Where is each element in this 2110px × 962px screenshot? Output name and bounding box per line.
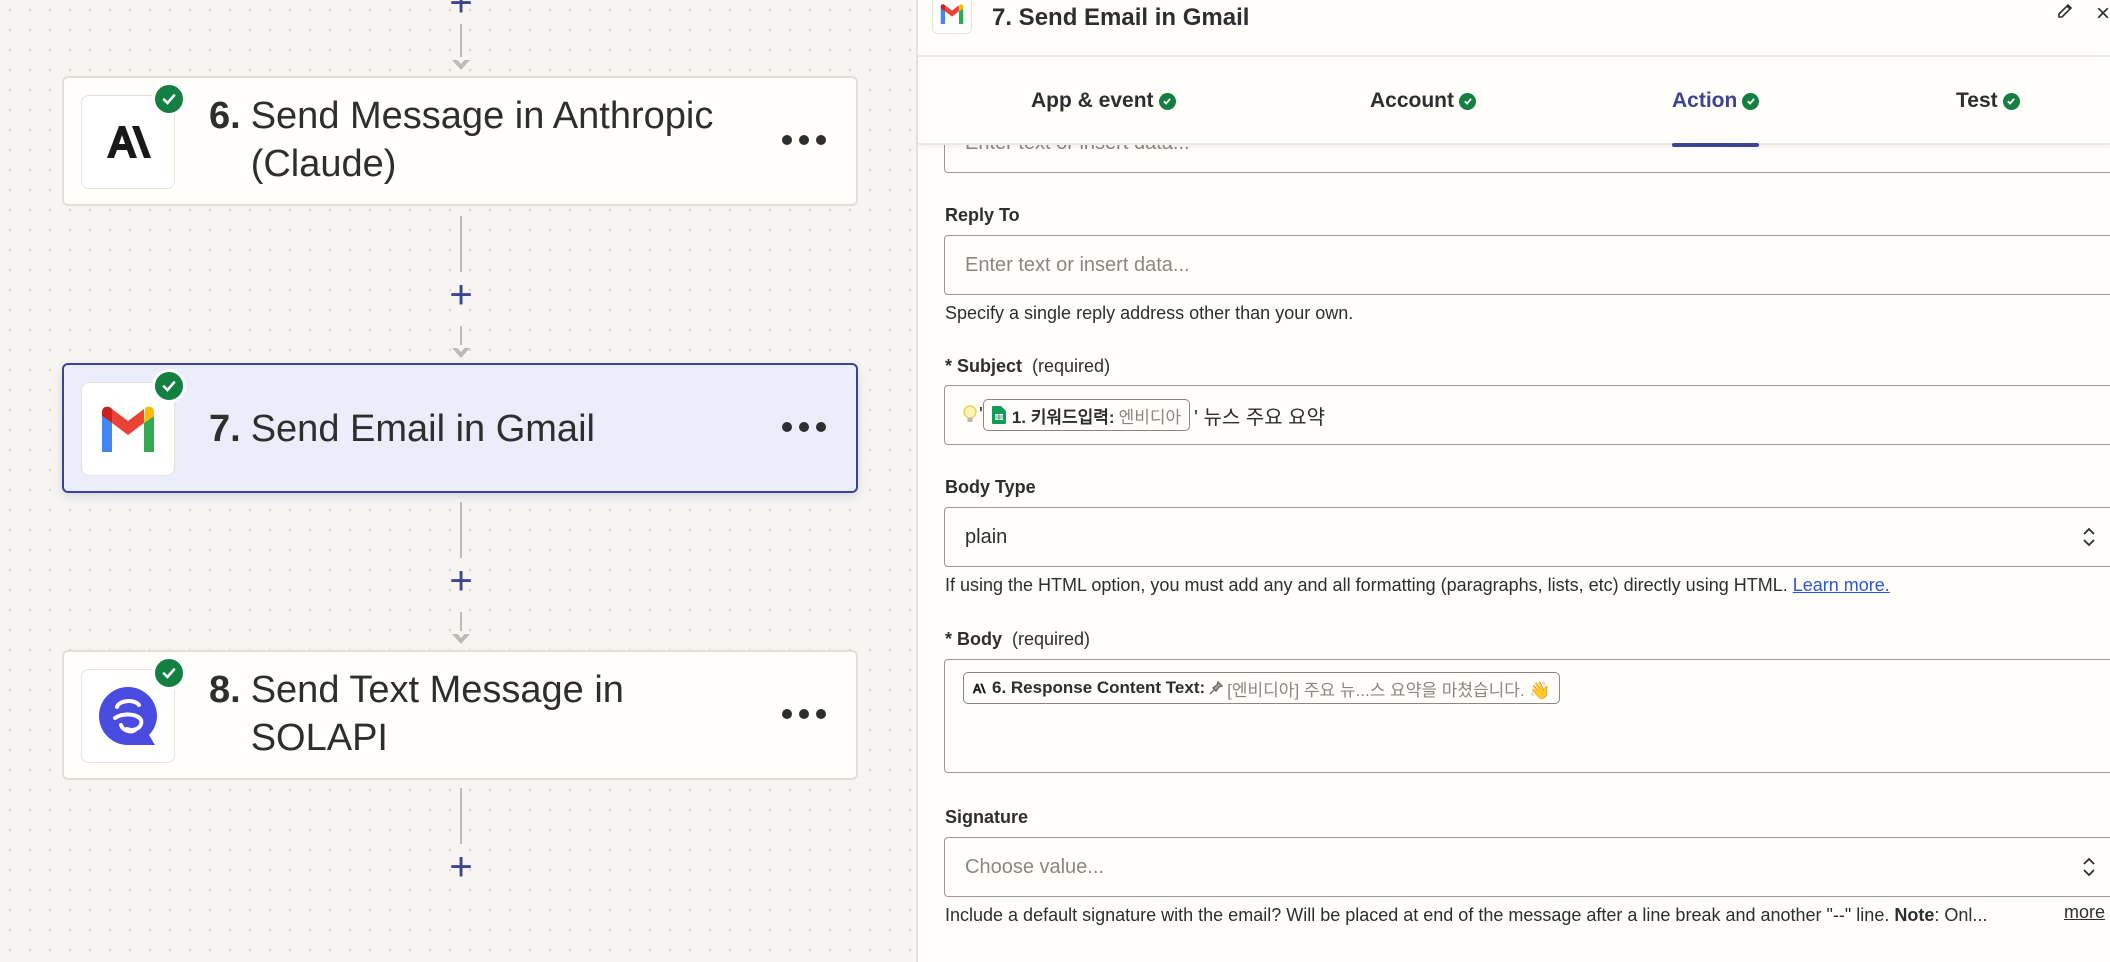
workflow-canvas[interactable]: + 6. Send Message in Anthropic (Claude) + — [0, 0, 916, 962]
chevron-updown-icon — [2083, 527, 2095, 547]
signature-placeholder: Choose value... — [965, 855, 1104, 878]
previous-field-placeholder: Enter text or insert data... — [965, 145, 1190, 155]
subject-suffix: ' 뉴스 주요 요약 — [1194, 406, 1326, 429]
signature-help: Include a default signature with the ema… — [945, 905, 1987, 926]
body-label: * Body (required) — [945, 629, 1090, 650]
more-options-icon[interactable] — [782, 415, 826, 439]
step-title-line: Send Message in Anthropic — [250, 95, 714, 137]
body-data-pill[interactable]: 6. Response Content Text: [엔비디아] 주요 뉴...… — [963, 672, 1560, 704]
more-link[interactable]: more — [2064, 902, 2105, 923]
reply-to-label: Reply To — [945, 205, 1020, 225]
connector-arrow — [452, 631, 470, 644]
step-card-7[interactable]: 7. Send Email in Gmail — [62, 363, 858, 493]
pin-icon — [1209, 681, 1224, 695]
check-icon — [152, 369, 186, 403]
action-form: Enter text or insert data... Reply To En… — [918, 145, 2110, 962]
signature-select[interactable]: Choose value... — [944, 837, 2110, 897]
add-step-button[interactable]: + — [444, 275, 478, 315]
step-title-line: Send Text Message in — [250, 669, 624, 711]
note-label: Note — [1894, 905, 1935, 925]
pill-key: 1. 키워드입력: — [1011, 407, 1115, 427]
lightbulb-icon — [963, 405, 977, 425]
step-config-panel: 7. Send Email in Gmail × App & event Acc… — [916, 0, 2110, 962]
step-number: 8. — [209, 669, 241, 711]
note-text: : Onl... — [1934, 905, 1988, 925]
required-tag: (required) — [1012, 629, 1091, 649]
pill-key: 6. Response Content Text: — [992, 678, 1206, 697]
body-type-help: If using the HTML option, you must add a… — [945, 575, 1890, 596]
pill-value: 엔비디아 — [1118, 407, 1182, 427]
body-label-text: * Body — [945, 629, 1003, 649]
add-step-button-top[interactable]: + — [444, 0, 478, 23]
tab-label: Test — [1956, 89, 1998, 112]
close-icon[interactable]: × — [2096, 0, 2110, 28]
step-title: 8. Send Text Message in SOLAPI — [209, 666, 756, 762]
step-title-line: (Claude) — [250, 143, 397, 185]
step-title: 7. Send Email in Gmail — [209, 405, 756, 453]
connector-line — [460, 216, 462, 272]
chevron-updown-icon — [2083, 857, 2095, 877]
tab-label: Action — [1672, 89, 1738, 112]
step-title-line: Send Email in Gmail — [250, 408, 595, 450]
tab-bar: App & event Account Action Test — [918, 57, 2110, 147]
add-step-button[interactable]: + — [444, 847, 478, 887]
check-icon — [152, 82, 186, 116]
check-icon — [152, 656, 186, 690]
gmail-icon — [932, 0, 972, 34]
step-title: 6. Send Message in Anthropic (Claude) — [209, 92, 756, 188]
reply-to-input[interactable]: Enter text or insert data... — [944, 235, 2110, 295]
learn-more-link[interactable]: Learn more. — [1793, 575, 1890, 595]
step-title-line: SOLAPI — [250, 717, 388, 759]
body-type-help-text: If using the HTML option, you must add a… — [945, 575, 1788, 595]
check-icon — [2002, 92, 2020, 110]
step-number: 6. — [209, 95, 241, 137]
tab-label: App & event — [1031, 89, 1154, 112]
body-type-label: Body Type — [945, 477, 1036, 497]
reply-to-placeholder: Enter text or insert data... — [965, 253, 1190, 276]
panel-header: 7. Send Email in Gmail × — [918, 0, 2110, 57]
connector-arrow — [452, 57, 470, 70]
reply-to-help: Specify a single reply address other tha… — [945, 303, 1354, 323]
add-step-button[interactable]: + — [444, 561, 478, 601]
previous-field-input[interactable]: Enter text or insert data... — [944, 145, 2110, 173]
body-type-select[interactable]: plain — [944, 507, 2110, 567]
step-number: 7. — [209, 408, 241, 450]
tab-test[interactable]: Test — [1956, 57, 2020, 145]
body-type-value: plain — [965, 525, 1008, 548]
more-link-text[interactable]: more — [2064, 902, 2105, 922]
check-icon — [1158, 92, 1176, 110]
subject-data-pill[interactable]: 1. 키워드입력: 엔비디아 — [982, 399, 1191, 431]
pencil-icon[interactable] — [2056, 2, 2078, 24]
check-icon — [1459, 92, 1476, 110]
more-options-icon[interactable] — [782, 702, 826, 726]
body-input[interactable]: 6. Response Content Text: [엔비디아] 주요 뉴...… — [944, 659, 2110, 773]
subject-label-text: * Subject — [945, 356, 1023, 376]
pill-value: [엔비디아] 주요 뉴...스 요약을 마쳤습니다. 👋 — [1227, 680, 1551, 700]
connector-line — [460, 788, 462, 844]
signature-help-text: Include a default signature with the ema… — [945, 905, 1890, 925]
step-card-8[interactable]: 8. Send Text Message in SOLAPI — [62, 650, 858, 780]
tab-action[interactable]: Action — [1672, 57, 1760, 147]
signature-label: Signature — [945, 807, 1029, 827]
more-options-icon[interactable] — [782, 128, 826, 152]
panel-title: 7. Send Email in Gmail — [992, 4, 1250, 31]
connector-arrow — [452, 345, 470, 358]
tab-account[interactable]: Account — [1370, 57, 1476, 145]
subject-label: * Subject (required) — [945, 356, 1110, 377]
required-tag: (required) — [1032, 356, 1111, 376]
check-icon — [1742, 92, 1760, 110]
step-card-6[interactable]: 6. Send Message in Anthropic (Claude) — [62, 76, 858, 206]
tab-app-event[interactable]: App & event — [1031, 57, 1176, 145]
anthropic-icon — [972, 683, 986, 694]
subject-input[interactable]: ' 1. 키워드입력: 엔비디아 ' 뉴스 주요 요약 — [944, 385, 2110, 445]
google-sheets-icon — [991, 406, 1006, 424]
connector-line — [460, 502, 462, 558]
tab-label: Account — [1370, 89, 1454, 112]
